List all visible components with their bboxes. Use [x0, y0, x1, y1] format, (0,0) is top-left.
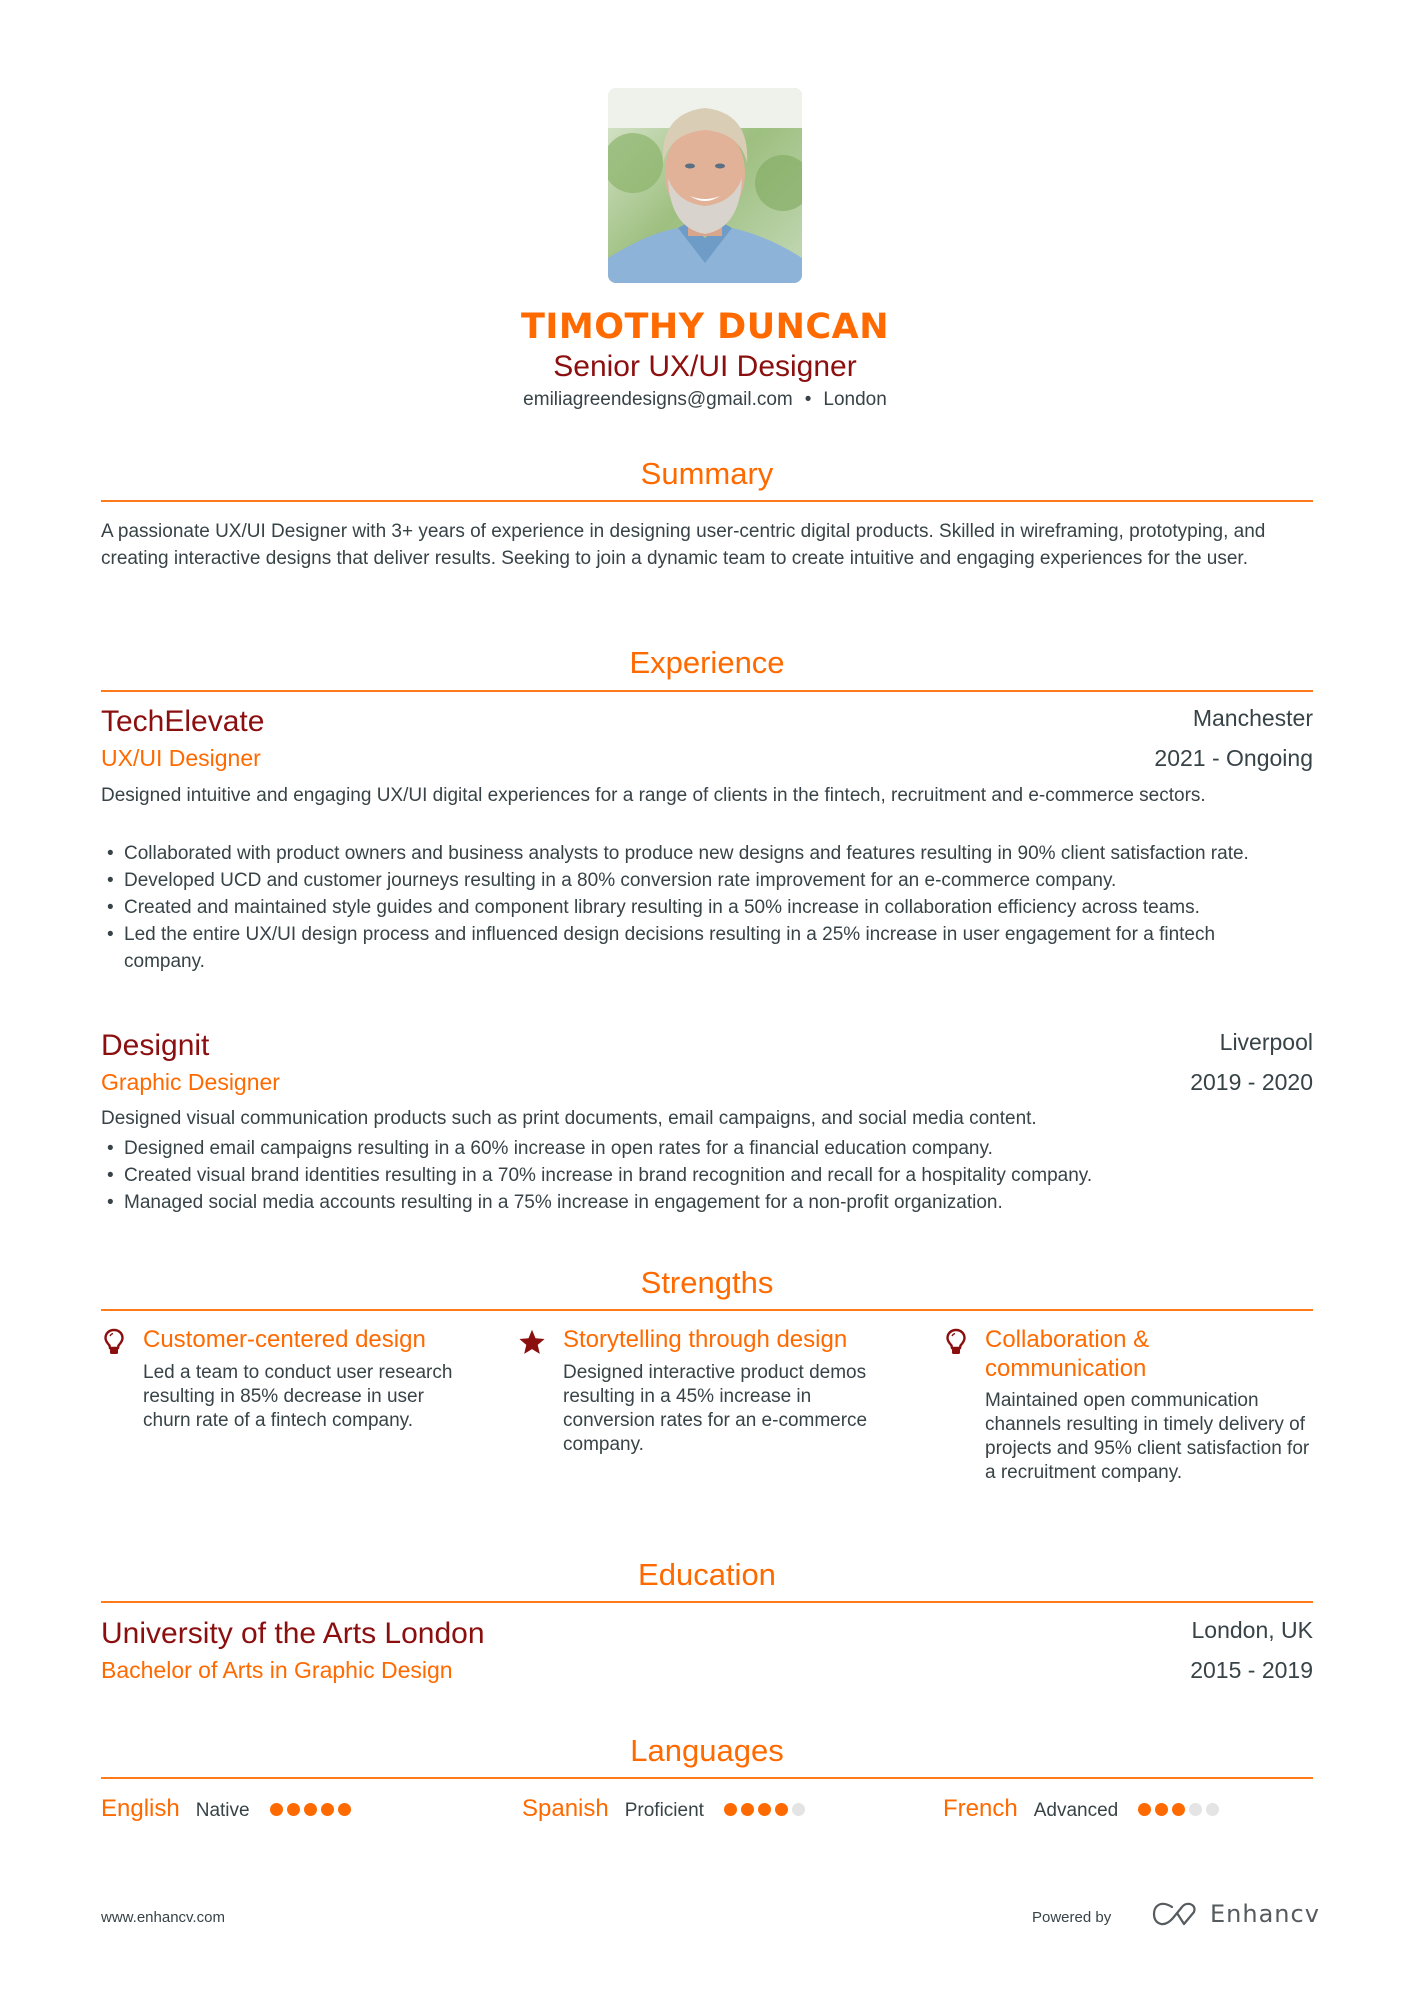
- contact-line: emiliagreendesigns@gmail.com • London: [0, 389, 1410, 411]
- rating-dot-filled: [740, 1802, 754, 1816]
- section-divider: [101, 500, 1313, 502]
- job-description: Designed visual communication products s…: [101, 1108, 1037, 1129]
- strength-title: Collaboration & communication: [985, 1326, 1150, 1382]
- rating-dot-filled: [303, 1802, 317, 1816]
- rating-dot-filled: [774, 1802, 788, 1816]
- section-divider: [101, 1777, 1313, 1779]
- rating-dot-empty: [791, 1802, 805, 1816]
- footer-website-link[interactable]: www.enhancv.com: [101, 1909, 225, 1926]
- profile-photo: [608, 88, 802, 283]
- rating-dot-filled: [286, 1802, 300, 1816]
- job-company: Designit: [101, 1029, 210, 1062]
- language-level: Native: [195, 1800, 250, 1821]
- enhancv-logo[interactable]: Enhancv: [1152, 1900, 1320, 1928]
- job-dates: 2021 - Ongoing: [1154, 745, 1313, 771]
- job-bullet: Created and maintained style guides and …: [101, 894, 1313, 921]
- strength-title: Storytelling through design: [563, 1326, 848, 1353]
- strength-description: Maintained open communication channels r…: [985, 1390, 1310, 1483]
- language-rating: [1138, 1802, 1220, 1816]
- rating-dot-filled: [269, 1802, 283, 1816]
- rating-dot-filled: [320, 1802, 334, 1816]
- powered-by-label: Powered by: [1032, 1909, 1112, 1926]
- rating-dot-filled: [1155, 1802, 1169, 1816]
- language-item: Spanish Proficient: [522, 1795, 805, 1823]
- language-level: Proficient: [624, 1800, 704, 1821]
- location-text: London: [823, 389, 887, 410]
- strength-description: Led a team to conduct user research resu…: [143, 1362, 453, 1431]
- school-location: London, UK: [1191, 1617, 1313, 1643]
- rating-dot-empty: [1206, 1802, 1220, 1816]
- job-bullet: Designed email campaigns resulting in a …: [101, 1135, 1313, 1162]
- section-heading-languages: Languages: [630, 1733, 784, 1768]
- rating-dot-filled: [1172, 1802, 1186, 1816]
- summary-text: A passionate UX/UI Designer with 3+ year…: [101, 521, 1266, 569]
- job-bullet: Developed UCD and customer journeys resu…: [101, 867, 1313, 894]
- section-divider: [101, 1601, 1313, 1603]
- job-bullet: Created visual brand identities resultin…: [101, 1162, 1313, 1189]
- section-heading-strengths: Strengths: [640, 1265, 774, 1300]
- job-dates: 2019 - 2020: [1190, 1069, 1313, 1095]
- language-name: English: [101, 1795, 180, 1822]
- portrait-image: [608, 88, 802, 283]
- rating-dot-filled: [337, 1802, 351, 1816]
- enhancv-logo-icon: [1152, 1902, 1196, 1926]
- job-bullet: Led the entire UX/UI design process and …: [101, 921, 1294, 975]
- rating-dot-filled: [757, 1802, 771, 1816]
- language-rating: [269, 1802, 351, 1816]
- job-bullets: Collaborated with product owners and bus…: [101, 840, 1313, 975]
- job-location: Liverpool: [1219, 1029, 1313, 1055]
- section-divider: [101, 690, 1313, 692]
- lightbulb-icon: [104, 1328, 124, 1354]
- contact-separator: •: [804, 389, 812, 410]
- strength-item: Storytelling through design Designed int…: [519, 1325, 911, 1455]
- job-bullet: Collaborated with product owners and bus…: [101, 840, 1254, 867]
- resume-page: TIMOTHY DUNCAN Senior UX/UI Designer emi…: [0, 0, 1410, 1995]
- section-heading-summary: Summary: [640, 456, 774, 491]
- language-name: French: [943, 1795, 1018, 1822]
- email-link[interactable]: emiliagreendesigns@gmail.com: [523, 389, 793, 410]
- job-bullet: Managed social media accounts resulting …: [101, 1189, 1313, 1216]
- candidate-name: TIMOTHY DUNCAN: [520, 307, 889, 347]
- section-divider: [101, 1309, 1313, 1311]
- language-item: French Advanced: [943, 1795, 1220, 1823]
- rating-dot-filled: [723, 1802, 737, 1816]
- job-location: Manchester: [1192, 705, 1313, 731]
- degree-name: Bachelor of Arts in Graphic Design: [101, 1657, 453, 1683]
- language-level: Advanced: [1033, 1800, 1119, 1821]
- job-description: Designed intuitive and engaging UX/UI di…: [101, 785, 1206, 806]
- strength-item: Collaboration & communication Maintained…: [943, 1325, 1333, 1515]
- enhancv-brand-name: Enhancv: [1210, 1900, 1320, 1928]
- job-bullets: Designed email campaigns resulting in a …: [101, 1135, 1313, 1216]
- rating-dot-filled: [1138, 1802, 1152, 1816]
- strength-description: Designed interactive product demos resul…: [563, 1362, 868, 1455]
- strength-item: Customer-centered design Led a team to c…: [101, 1325, 491, 1455]
- star-icon: [519, 1329, 545, 1354]
- strength-title: Customer-centered design: [143, 1326, 426, 1353]
- candidate-title: Senior UX/UI Designer: [553, 350, 857, 383]
- language-name: Spanish: [522, 1795, 609, 1822]
- section-heading-education: Education: [638, 1557, 776, 1592]
- language-item: English Native: [101, 1795, 351, 1823]
- rating-dot-empty: [1189, 1802, 1203, 1816]
- language-rating: [723, 1802, 805, 1816]
- education-dates: 2015 - 2019: [1190, 1657, 1313, 1683]
- job-role: Graphic Designer: [101, 1069, 280, 1095]
- lightbulb-icon: [946, 1328, 966, 1354]
- job-role: UX/UI Designer: [101, 745, 261, 771]
- school-name: University of the Arts London: [101, 1617, 485, 1650]
- section-heading-experience: Experience: [629, 645, 785, 680]
- job-company: TechElevate: [101, 705, 265, 738]
